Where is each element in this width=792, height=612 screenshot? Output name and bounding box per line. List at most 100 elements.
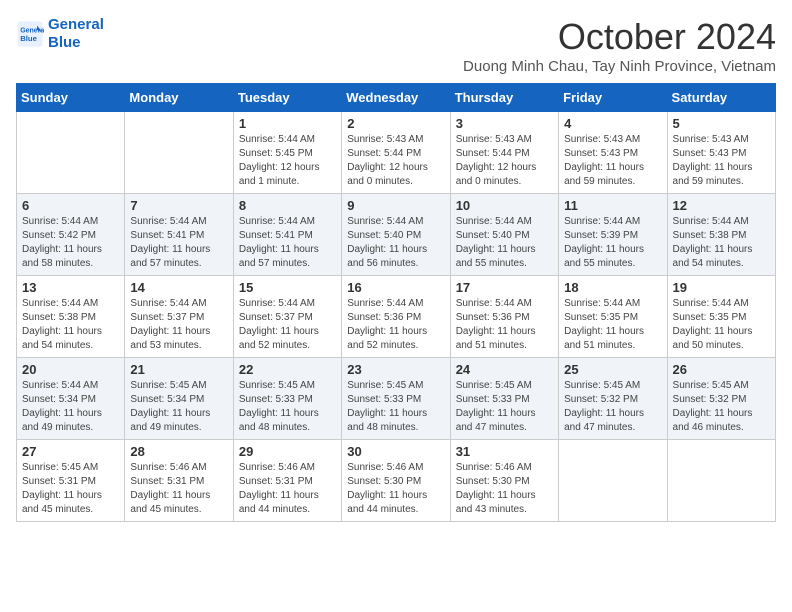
day-content: Sunrise: 5:44 AMSunset: 5:38 PMDaylight:… (673, 215, 770, 271)
calendar-cell: 22 Sunrise: 5:45 AMSunset: 5:33 PMDayligh… (233, 358, 341, 440)
calendar-cell: 19Sunrise: 5:44 AMSunset: 5:35 PMDayligh… (667, 276, 775, 358)
day-content: Sunrise: 5:45 AMSunset: 5:32 PMDaylight:… (564, 379, 661, 435)
calendar-cell: 29 Sunrise: 5:46 AMSunset: 5:31 PMDayligh… (233, 440, 341, 522)
calendar-cell: 25 Sunrise: 5:45 AMSunset: 5:32 PMDayligh… (559, 358, 667, 440)
calendar-cell: 13 Sunrise: 5:44 AMSunset: 5:38 PMDayligh… (17, 276, 125, 358)
header-day-thursday: Thursday (450, 84, 558, 112)
calendar-cell: 26 Sunrise: 5:45 AMSunset: 5:32 PMDayligh… (667, 358, 775, 440)
day-number: 22 (239, 362, 336, 377)
day-number: 13 (22, 280, 119, 295)
calendar-cell (667, 440, 775, 522)
calendar-week-row: 27Sunrise: 5:45 AMSunset: 5:31 PMDayligh… (17, 440, 776, 522)
day-content: Sunrise: 5:44 AMSunset: 5:36 PMDaylight:… (347, 297, 444, 353)
calendar-cell: 10 Sunrise: 5:44 AMSunset: 5:40 PMDayligh… (450, 194, 558, 276)
month-title: October 2024 (463, 16, 776, 58)
day-content: Sunrise: 5:46 AMSunset: 5:30 PMDaylight:… (456, 461, 553, 517)
calendar-cell: 12 Sunrise: 5:44 AMSunset: 5:38 PMDayligh… (667, 194, 775, 276)
calendar-cell: 30Sunrise: 5:46 AMSunset: 5:30 PMDayligh… (342, 440, 450, 522)
day-number: 4 (564, 116, 661, 131)
day-content: Sunrise: 5:45 AMSunset: 5:31 PMDaylight:… (22, 461, 119, 517)
calendar-cell: 17 Sunrise: 5:44 AMSunset: 5:36 PMDayligh… (450, 276, 558, 358)
calendar-week-row: 6 Sunrise: 5:44 AMSunset: 5:42 PMDaylight… (17, 194, 776, 276)
header-day-saturday: Saturday (667, 84, 775, 112)
calendar-week-row: 13 Sunrise: 5:44 AMSunset: 5:38 PMDayligh… (17, 276, 776, 358)
calendar-cell: 23 Sunrise: 5:45 AMSunset: 5:33 PMDayligh… (342, 358, 450, 440)
day-content: Sunrise: 5:44 AMSunset: 5:36 PMDaylight:… (456, 297, 553, 353)
day-number: 1 (239, 116, 336, 131)
day-number: 25 (564, 362, 661, 377)
calendar-cell (125, 112, 233, 194)
day-content: Sunrise: 5:46 AMSunset: 5:31 PMDaylight:… (239, 461, 336, 517)
calendar-cell: 31 Sunrise: 5:46 AMSunset: 5:30 PMDayligh… (450, 440, 558, 522)
day-content: Sunrise: 5:45 AMSunset: 5:32 PMDaylight:… (673, 379, 770, 435)
day-content: Sunrise: 5:44 AMSunset: 5:40 PMDaylight:… (347, 215, 444, 271)
header-day-sunday: Sunday (17, 84, 125, 112)
day-number: 8 (239, 198, 336, 213)
calendar-cell: 24 Sunrise: 5:45 AMSunset: 5:33 PMDayligh… (450, 358, 558, 440)
day-content: Sunrise: 5:44 AMSunset: 5:35 PMDaylight:… (673, 297, 770, 353)
calendar-header-row: SundayMondayTuesdayWednesdayThursdayFrid… (17, 84, 776, 112)
calendar-cell: 2Sunrise: 5:43 AMSunset: 5:44 PMDaylight… (342, 112, 450, 194)
logo-icon: General Blue (16, 20, 44, 48)
day-number: 24 (456, 362, 553, 377)
day-content: Sunrise: 5:44 AMSunset: 5:42 PMDaylight:… (22, 215, 119, 271)
day-number: 10 (456, 198, 553, 213)
day-number: 23 (347, 362, 444, 377)
logo: General Blue General Blue (16, 16, 104, 52)
day-number: 14 (130, 280, 227, 295)
day-number: 15 (239, 280, 336, 295)
day-content: Sunrise: 5:43 AMSunset: 5:44 PMDaylight:… (347, 133, 444, 189)
calendar-cell: 16 Sunrise: 5:44 AMSunset: 5:36 PMDayligh… (342, 276, 450, 358)
day-number: 20 (22, 362, 119, 377)
header-day-monday: Monday (125, 84, 233, 112)
day-content: Sunrise: 5:44 AMSunset: 5:38 PMDaylight:… (22, 297, 119, 353)
day-number: 29 (239, 444, 336, 459)
calendar-cell: 28Sunrise: 5:46 AMSunset: 5:31 PMDayligh… (125, 440, 233, 522)
day-content: Sunrise: 5:44 AMSunset: 5:34 PMDaylight:… (22, 379, 119, 435)
day-number: 21 (130, 362, 227, 377)
day-number: 3 (456, 116, 553, 131)
day-content: Sunrise: 5:43 AMSunset: 5:43 PMDaylight:… (564, 133, 661, 189)
day-number: 5 (673, 116, 770, 131)
day-number: 12 (673, 198, 770, 213)
calendar-week-row: 20 Sunrise: 5:44 AMSunset: 5:34 PMDayligh… (17, 358, 776, 440)
day-number: 16 (347, 280, 444, 295)
calendar-cell: 14 Sunrise: 5:44 AMSunset: 5:37 PMDayligh… (125, 276, 233, 358)
location-subtitle: Duong Minh Chau, Tay Ninh Province, Viet… (463, 58, 776, 75)
calendar-cell: 18Sunrise: 5:44 AMSunset: 5:35 PMDayligh… (559, 276, 667, 358)
header-day-friday: Friday (559, 84, 667, 112)
calendar-cell: 3 Sunrise: 5:43 AMSunset: 5:44 PMDaylight… (450, 112, 558, 194)
calendar-cell: 20 Sunrise: 5:44 AMSunset: 5:34 PMDayligh… (17, 358, 125, 440)
header-day-wednesday: Wednesday (342, 84, 450, 112)
day-content: Sunrise: 5:44 AMSunset: 5:37 PMDaylight:… (130, 297, 227, 353)
day-content: Sunrise: 5:44 AMSunset: 5:41 PMDaylight:… (130, 215, 227, 271)
day-content: Sunrise: 5:44 AMSunset: 5:40 PMDaylight:… (456, 215, 553, 271)
title-area: October 2024 Duong Minh Chau, Tay Ninh P… (463, 16, 776, 75)
day-content: Sunrise: 5:43 AMSunset: 5:44 PMDaylight:… (456, 133, 553, 189)
day-content: Sunrise: 5:45 AMSunset: 5:33 PMDaylight:… (347, 379, 444, 435)
day-content: Sunrise: 5:44 AMSunset: 5:41 PMDaylight:… (239, 215, 336, 271)
day-number: 31 (456, 444, 553, 459)
calendar-week-row: 1Sunrise: 5:44 AMSunset: 5:45 PMDaylight… (17, 112, 776, 194)
page-header: General Blue General Blue October 2024 D… (16, 16, 776, 75)
day-number: 6 (22, 198, 119, 213)
day-number: 11 (564, 198, 661, 213)
day-number: 7 (130, 198, 227, 213)
calendar-cell: 15 Sunrise: 5:44 AMSunset: 5:37 PMDayligh… (233, 276, 341, 358)
day-number: 17 (456, 280, 553, 295)
calendar-table: SundayMondayTuesdayWednesdayThursdayFrid… (16, 83, 776, 522)
day-content: Sunrise: 5:45 AMSunset: 5:33 PMDaylight:… (456, 379, 553, 435)
day-number: 26 (673, 362, 770, 377)
calendar-cell: 11 Sunrise: 5:44 AMSunset: 5:39 PMDayligh… (559, 194, 667, 276)
calendar-cell (17, 112, 125, 194)
header-day-tuesday: Tuesday (233, 84, 341, 112)
calendar-cell: 6 Sunrise: 5:44 AMSunset: 5:42 PMDaylight… (17, 194, 125, 276)
day-content: Sunrise: 5:44 AMSunset: 5:39 PMDaylight:… (564, 215, 661, 271)
day-content: Sunrise: 5:44 AMSunset: 5:37 PMDaylight:… (239, 297, 336, 353)
day-content: Sunrise: 5:46 AMSunset: 5:31 PMDaylight:… (130, 461, 227, 517)
day-content: Sunrise: 5:45 AMSunset: 5:33 PMDaylight:… (239, 379, 336, 435)
logo-text: General Blue (48, 16, 104, 52)
day-content: Sunrise: 5:43 AMSunset: 5:43 PMDaylight:… (673, 133, 770, 189)
day-number: 30 (347, 444, 444, 459)
svg-text:Blue: Blue (20, 34, 37, 43)
